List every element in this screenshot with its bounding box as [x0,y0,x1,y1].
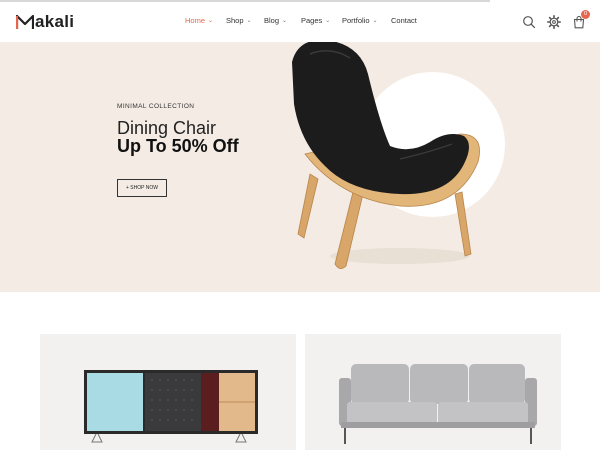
nav-shop[interactable]: Shop ⌄ [226,16,264,25]
header-actions: 0 [522,10,590,29]
cart-count-badge: 0 [581,10,590,19]
chevron-down-icon: ⌄ [372,18,378,24]
sideboard-image [84,370,258,443]
nav-contact-label: Contact [391,16,417,25]
nav-pages-label: Pages [301,16,323,25]
chevron-down-icon: ⌄ [246,18,252,24]
nav-shop-label: Shop [226,16,244,25]
hero-banner: MINIMAL COLLECTION Dining Chair Up To 50… [0,42,600,292]
gear-icon[interactable] [547,15,561,29]
nav-contact[interactable]: Contact [391,16,431,25]
nav-blog[interactable]: Blog ⌄ [264,16,301,25]
nav-blog-label: Blog [264,16,280,25]
hero-subtitle: MINIMAL COLLECTION [117,103,195,110]
nav-portfolio-label: Portfolio [342,16,370,25]
product-card[interactable] [305,334,561,450]
site-logo[interactable]: akali [16,12,74,32]
chevron-down-icon: ⌄ [325,18,331,24]
brand-name: akali [35,12,75,31]
nav-home-label: Home [185,16,206,25]
chevron-down-icon: ⌄ [208,18,214,24]
shop-now-button[interactable]: + SHOP NOW [117,179,167,197]
cart-icon[interactable]: 0 [572,10,590,29]
logo-m-icon [16,14,34,29]
nav-pages[interactable]: Pages ⌄ [301,16,342,25]
product-card[interactable] [40,334,296,450]
nav-portfolio[interactable]: Portfolio ⌄ [342,16,391,25]
main-nav: Home ⌄ Shop ⌄ Blog ⌄ Pages ⌄ Portfolio ⌄… [185,16,431,25]
chevron-down-icon: ⌄ [282,18,288,24]
hero-title-bold: Up To 50% Off [117,136,239,156]
dining-chair-image [292,42,480,269]
search-icon[interactable] [522,15,536,29]
nav-home[interactable]: Home ⌄ [185,16,226,25]
site-header: akali Home ⌄ Shop ⌄ Blog ⌄ Pages ⌄ Portf… [0,2,600,42]
sofa-image [339,364,537,444]
